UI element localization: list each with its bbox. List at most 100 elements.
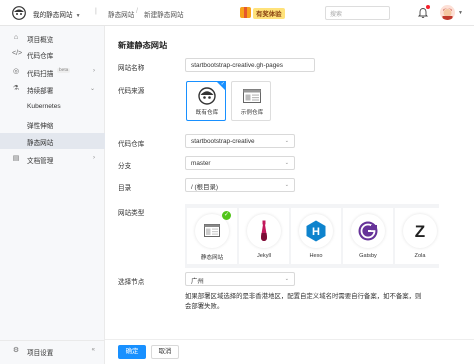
sidebar-item-docs[interactable]: ▤ 文档管理 › [0,151,105,167]
static-site-icon [204,224,220,237]
source-existing-repo[interactable]: ✓ 既有仓库 [186,81,226,121]
branch-label: 分支 [118,163,132,170]
source-sample-repo[interactable]: 示例仓库 [231,81,271,121]
zola-icon: Z [415,222,425,240]
template-icon [243,89,261,103]
site-name-input[interactable]: startbootstrap-creative.gh-pages [185,58,315,72]
type-icon-bg: H [299,214,333,248]
deploy-icon: ⚗ [12,85,20,92]
chevron-right-icon: › [93,68,95,74]
confirm-button[interactable]: 确定 [118,345,146,359]
cancel-button[interactable]: 取消 [151,345,179,359]
source-label: 代码来源 [118,88,145,95]
project-name: 我的静态网站 [33,12,73,19]
sidebar-item-deploy[interactable]: ⚗ 持续部署 ⌄ [0,81,105,97]
check-icon: ✓ [222,211,231,220]
breadcrumb-separator: / [136,8,138,15]
directory-value: / (根目录) [191,184,218,191]
sidebar-item-label: 代码仓库 [27,53,54,60]
node-label: 选择节点 [118,279,145,286]
chevron-down-icon: ⌄ [284,182,289,188]
sidebar-item-label: 项目设置 [27,350,54,357]
sidebar-item-label: 弹性伸缩 [27,123,54,130]
chevron-down-icon: ⌄ [284,160,289,166]
type-label-text: Jekyll [257,253,271,259]
site-type-panel: ✓ 静态网站 Jekyll H Hexo Gatsby Z Zola [185,204,445,268]
caret-down-icon[interactable]: ▼ [458,10,463,16]
top-bar: 我的静态网站 ▼ | 静态网站 / 新建静态网站 有奖体验 搜索 ▼ [0,0,474,26]
region-note: 如果部署区域选择的是非香港地区，配置自定义域名时需要自行备案，如不备案，则会部署… [185,293,422,310]
main-content: 新建静态网站 网站名称 startbootstrap-creative.gh-p… [105,26,474,364]
site-type-label: 网站类型 [118,210,145,217]
hexo-icon: H [306,220,326,242]
sidebar-item-label: Kubernetes [27,103,61,110]
promo-text: 有奖体验 [253,8,285,19]
beta-badge: beta [57,68,71,73]
sidebar-item-label: 代码扫描 [27,71,54,78]
type-icon-bg: Z [403,214,437,248]
type-zola[interactable]: Z Zola [395,208,445,264]
doc-icon: ▤ [12,155,20,162]
type-static[interactable]: ✓ 静态网站 [187,208,237,264]
sidebar-footer: ⚙ 项目设置 « [0,340,105,360]
sidebar-item-settings[interactable]: ⚙ 项目设置 « [0,343,105,359]
jekyll-icon [261,220,267,241]
sidebar: ⌂ 项目概览 </> 代码仓库 ◎ 代码扫描 beta › ⚗ 持续部署 ⌄ K… [0,26,105,364]
sidebar-item-label: 文档管理 [27,158,54,165]
breadcrumb-static-sites[interactable]: 静态网站 [108,9,134,19]
home-icon: ⌂ [13,34,19,41]
directory-select[interactable]: / (根目录) ⌄ [185,178,295,192]
collapse-icon[interactable]: « [92,347,95,353]
chevron-down-icon: ⌄ [284,138,289,144]
promo-banner[interactable]: 有奖体验 [240,6,304,19]
code-icon: </> [12,50,23,57]
page-title: 新建静态网站 [118,41,168,50]
directory-label: 目录 [118,185,132,192]
sidebar-item-label: 项目概览 [27,37,54,44]
search-input[interactable]: 搜索 [325,6,390,20]
node-value: 广州 [191,278,204,285]
repo-select[interactable]: startbootstrap-creative ⌄ [185,134,295,148]
chevron-down-icon: ⌄ [89,86,95,92]
type-label-text: 静态网站 [200,255,224,261]
form-footer: 确定 取消 [105,339,474,364]
scan-icon: ◎ [12,68,20,75]
sidebar-item-label: 静态网站 [27,140,54,147]
svg-text:Z: Z [415,222,425,240]
caret-down-icon: ▼ [75,13,81,19]
site-name-label: 网站名称 [118,65,145,72]
sidebar-item-code-repo[interactable]: </> 代码仓库 [0,46,105,62]
repo-label: 代码仓库 [118,141,145,148]
coding-logo-icon[interactable] [12,6,26,20]
type-label-text: Gatsby [359,253,377,259]
type-gatsby[interactable]: Gatsby [343,208,393,264]
breadcrumb-new-site: 新建静态网站 [144,12,184,19]
chevron-down-icon: ⌄ [284,276,289,282]
sidebar-item-overview[interactable]: ⌂ 项目概览 [0,30,105,46]
branch-value: master [191,160,211,167]
source-label-text: 既有仓库 [195,110,219,116]
sidebar-item-static-sites[interactable]: 静态网站 [0,133,105,149]
gatsby-icon [358,221,378,241]
notification-badge [426,5,430,9]
sidebar-item-label: 持续部署 [27,88,54,95]
gear-icon: ⚙ [12,347,20,354]
type-label-text: Hexo [309,253,323,259]
avatar[interactable] [440,5,455,20]
node-select[interactable]: 广州 ⌄ [185,272,295,286]
type-icon-bg [247,214,281,248]
type-jekyll[interactable]: Jekyll [239,208,289,264]
source-label-text: 示例仓库 [240,110,264,116]
gift-icon [240,7,251,18]
coding-logo-icon [198,87,216,105]
type-label-text: Zola [414,253,426,259]
type-hexo[interactable]: H Hexo [291,208,341,264]
sidebar-item-kubernetes[interactable]: Kubernetes [0,99,105,115]
sidebar-item-autoscaling[interactable]: 弹性伸缩 [0,116,105,132]
branch-select[interactable]: master ⌄ [185,156,295,170]
project-selector[interactable]: 我的静态网站 ▼ [33,9,81,19]
type-icon-bg [351,214,385,248]
breadcrumb-separator: | [95,8,97,15]
chevron-right-icon: › [93,155,95,161]
sidebar-item-code-scan[interactable]: ◎ 代码扫描 beta › [0,64,105,80]
